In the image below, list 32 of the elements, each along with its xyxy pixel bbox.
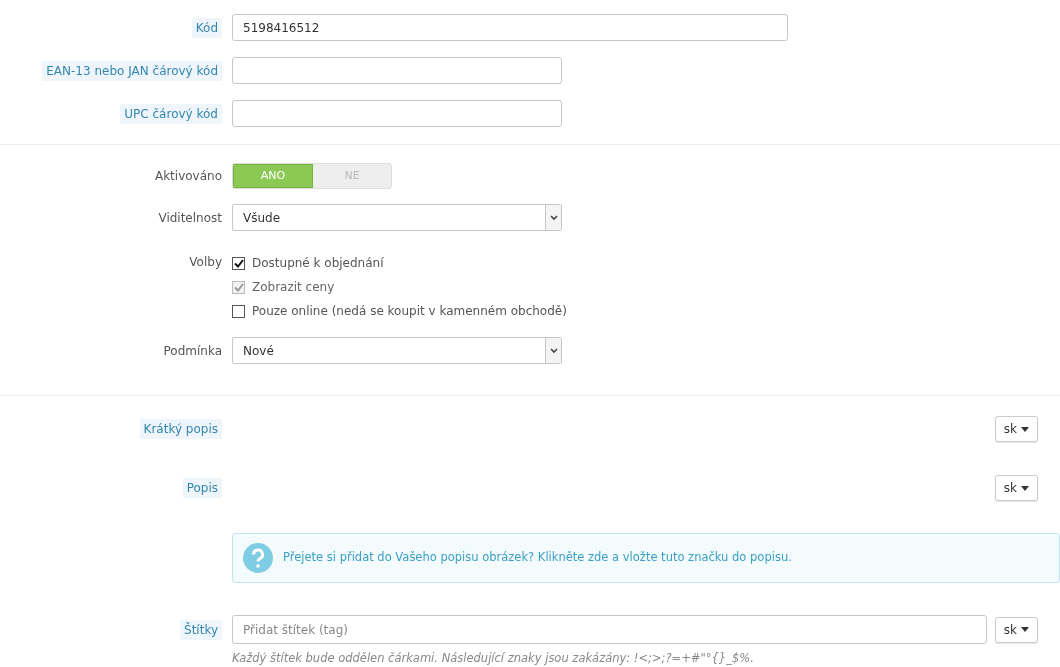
field-label: Krátký popis [139, 419, 222, 439]
language-button[interactable]: sk [994, 416, 1038, 442]
field-label: Volby [189, 254, 222, 271]
field-label: UPC čárový kód [120, 103, 222, 124]
caret-icon [1021, 485, 1029, 491]
help-icon [243, 543, 273, 573]
text-field[interactable] [232, 100, 562, 127]
language-button[interactable]: sk [994, 475, 1038, 501]
caret-icon [1021, 426, 1029, 432]
field-label: Kód [191, 17, 222, 38]
language-button[interactable]: sk [994, 616, 1038, 643]
checkbox-label: Zobrazit ceny [252, 279, 335, 296]
text-field[interactable]: 5198416512 [232, 14, 788, 41]
hint-text: Každý štítek bude oddělen čárkami. Následující znaky jsou zakázány: !<;>;?=+#"°{}_$%. [232, 650, 754, 667]
checkbox[interactable] [232, 304, 245, 318]
field-label: Podmínka [163, 342, 222, 360]
field-label: EAN-13 nebo JAN čárový kód [42, 60, 222, 81]
caret-icon [1021, 627, 1029, 632]
field-label: Aktivováno [154, 168, 222, 185]
info-text: Přejete si přidat do Vašeho popisu obrázek? Klikněte zde a vložte tuto značku do popisu. [283, 549, 792, 567]
checkbox-label: Pouze online (nedá se koupit v kamenném obchodě) [252, 303, 567, 320]
chevron-icon [549, 347, 558, 354]
field-label: Štítky [180, 619, 222, 640]
tag-input-field[interactable]: Přidat štítek (tag) [232, 615, 987, 644]
select-field[interactable]: Všude [232, 204, 562, 231]
select-field[interactable]: Nové [232, 337, 562, 364]
field-label: Viditelnost [158, 209, 222, 227]
chevron-icon [549, 214, 558, 221]
text-field[interactable] [232, 57, 562, 84]
checkbox-label: Dostupné k objednání [252, 255, 384, 272]
field-label: Popis [182, 478, 222, 498]
checkbox[interactable] [232, 256, 245, 270]
